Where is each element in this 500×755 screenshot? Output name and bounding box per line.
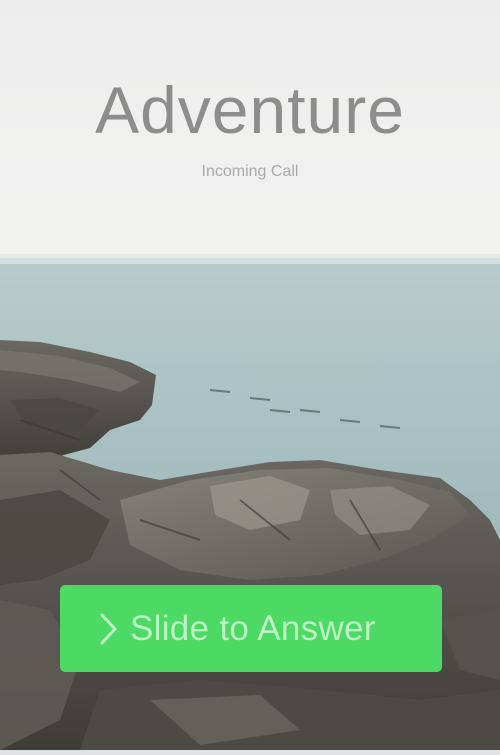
call-status: Incoming Call bbox=[201, 163, 299, 180]
caller-name: Adventure bbox=[95, 73, 405, 147]
slide-to-answer-label: Slide to Answer bbox=[130, 608, 376, 648]
slide-to-answer-button[interactable]: Slide to Answer bbox=[60, 585, 442, 672]
chevron-right-icon bbox=[100, 613, 117, 644]
